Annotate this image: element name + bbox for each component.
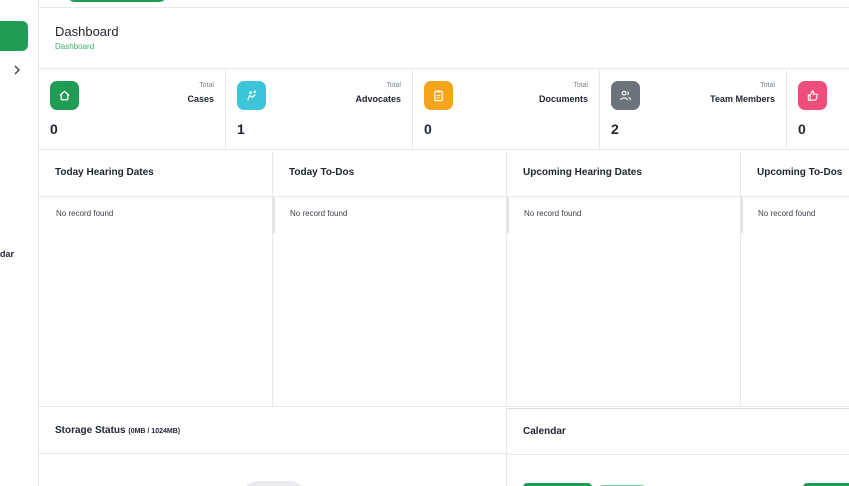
divider [741, 196, 849, 197]
sidebar-item-label[interactable]: dar [0, 249, 14, 259]
stat-caption: Total [386, 82, 401, 89]
panel-upcoming-todos: Upcoming To-Dos No record found [741, 151, 849, 407]
stat-card-partial[interactable]: 0 [787, 70, 849, 150]
stat-label: Documents [538, 94, 588, 104]
panel-today-hearing-dates: Today Hearing Dates No record found [39, 151, 273, 407]
stat-count: 1 [237, 121, 245, 137]
empty-state-text: No record found [524, 209, 582, 218]
storage-donut-chart [239, 481, 309, 486]
stat-label: Advocates [355, 94, 401, 104]
panel-title: Today Hearing Dates [55, 167, 154, 178]
stat-label: Cases [187, 94, 214, 104]
top-action-button[interactable] [67, 0, 167, 2]
stat-caption: Total [199, 82, 214, 89]
scrollbar[interactable] [507, 197, 509, 233]
scrollbar[interactable] [741, 197, 743, 233]
stat-card-advocates[interactable]: Total Advocates 1 [226, 70, 413, 150]
storage-title-text: Storage Status [55, 425, 126, 436]
chevron-right-icon[interactable] [10, 64, 24, 78]
sidebar: dar [0, 0, 39, 486]
stat-count: 0 [798, 121, 806, 137]
thumbs-up-icon [798, 81, 827, 110]
panel-title: Upcoming Hearing Dates [523, 167, 642, 178]
stat-caption: Total [760, 82, 775, 89]
divider [39, 196, 272, 197]
calendar-title: Calendar [523, 426, 566, 437]
page-header: Dashboard Dashboard [39, 9, 849, 69]
calendar-card: Calendar [507, 408, 849, 486]
breadcrumb[interactable]: Dashboard [55, 42, 94, 51]
storage-usage: (0MB / 1024MB) [128, 428, 181, 435]
home-icon [50, 81, 79, 110]
empty-state-text: No record found [56, 209, 114, 218]
bottom-row: Storage Status (0MB / 1024MB) Calendar [39, 408, 849, 486]
users-icon [611, 81, 640, 110]
stat-count: 0 [50, 121, 58, 137]
divider [507, 196, 740, 197]
stat-card-team-members[interactable]: Total Team Members 2 [600, 70, 787, 150]
stats-row: Total Cases 0 Total Advocates 1 Total Do… [39, 70, 849, 150]
empty-state-text: No record found [290, 209, 348, 218]
stat-count: 2 [611, 121, 619, 137]
panels-row: Today Hearing Dates No record found Toda… [39, 151, 849, 407]
storage-title: Storage Status (0MB / 1024MB) [55, 425, 180, 436]
panel-title: Upcoming To-Dos [757, 167, 843, 178]
stat-caption: Total [573, 82, 588, 89]
stat-card-documents[interactable]: Total Documents 0 [413, 70, 600, 150]
storage-status-card: Storage Status (0MB / 1024MB) [39, 408, 507, 486]
panel-upcoming-hearing-dates: Upcoming Hearing Dates No record found [507, 151, 741, 407]
clipboard-icon [424, 81, 453, 110]
page-title: Dashboard [55, 24, 119, 39]
sidebar-active-item[interactable] [0, 21, 28, 51]
panel-today-todos: Today To-Dos No record found [273, 151, 507, 407]
divider [273, 196, 506, 197]
top-bar [39, 0, 849, 8]
stat-card-cases[interactable]: Total Cases 0 [39, 70, 226, 150]
advocate-icon [237, 81, 266, 110]
stat-label: Team Members [710, 94, 775, 104]
stat-count: 0 [424, 121, 432, 137]
divider [39, 453, 506, 454]
scrollbar[interactable] [273, 197, 275, 233]
empty-state-text: No record found [758, 209, 816, 218]
panel-title: Today To-Dos [289, 167, 355, 178]
divider [507, 454, 849, 455]
